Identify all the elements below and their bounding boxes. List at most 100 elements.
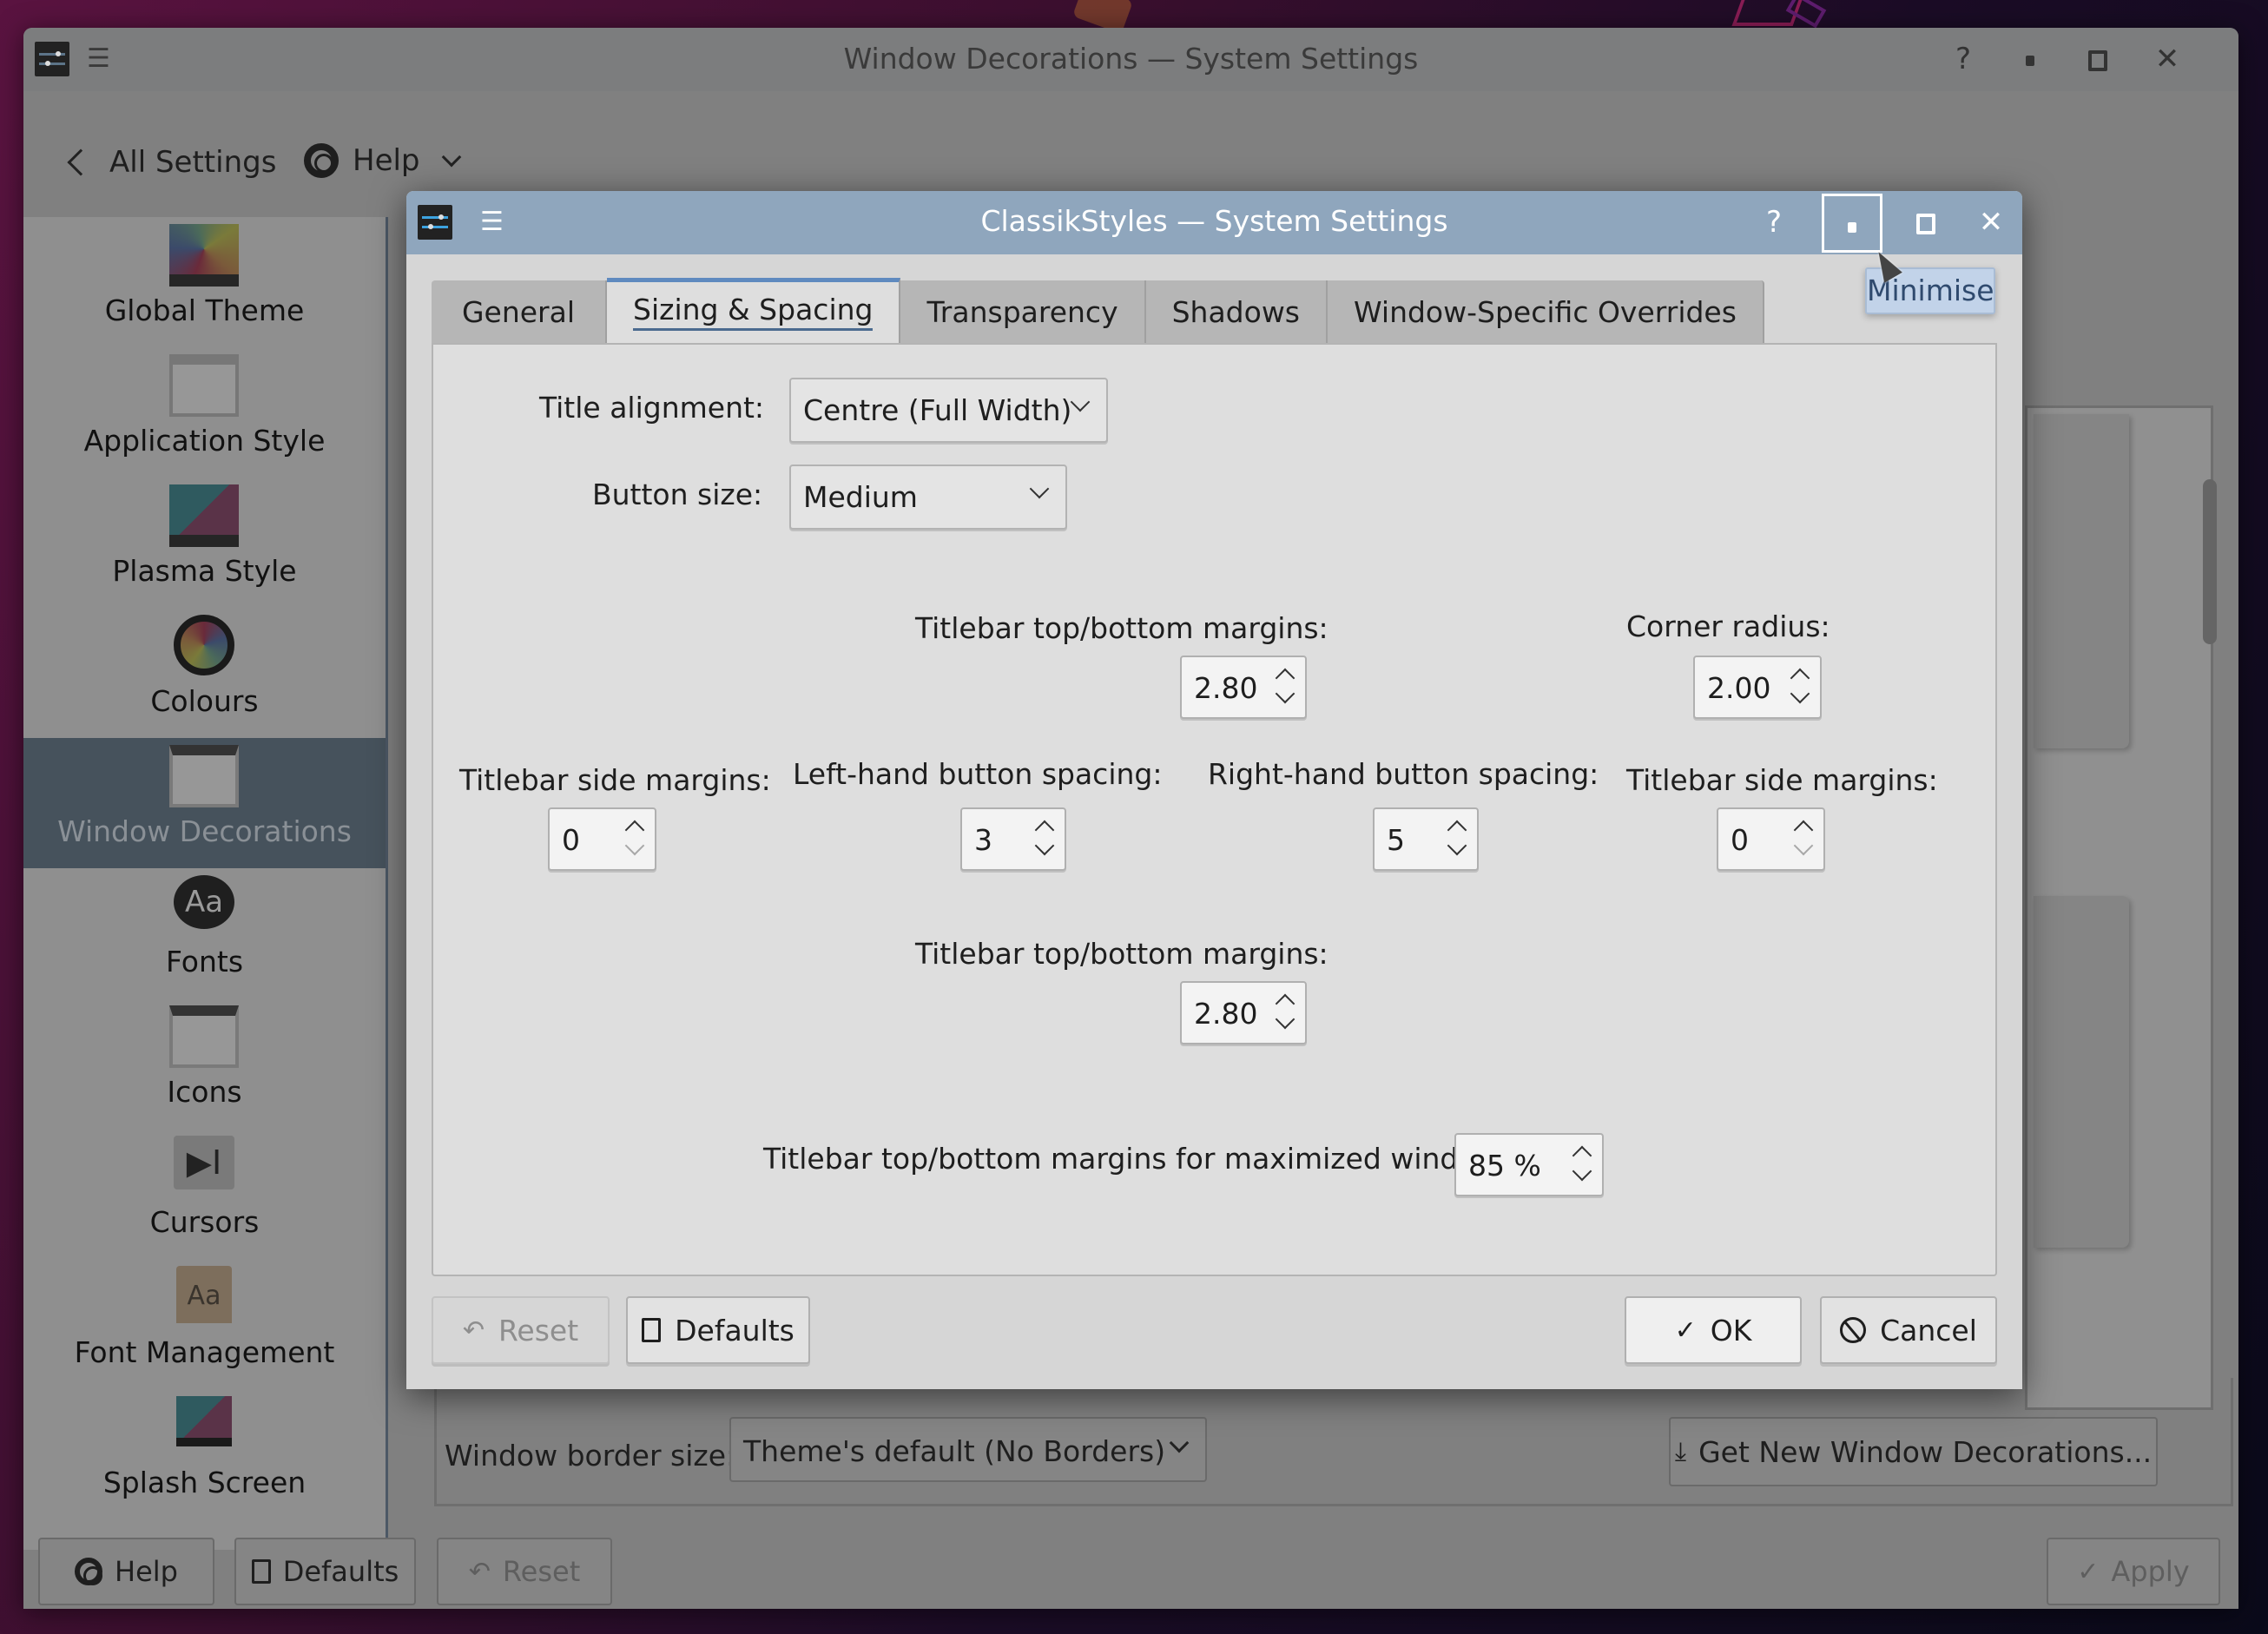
sidebar-item-plasma-style[interactable]: Plasma Style bbox=[23, 478, 386, 608]
tab-sizing-spacing[interactable]: Sizing & Spacing bbox=[607, 278, 901, 346]
minimise-button[interactable] bbox=[1822, 194, 1882, 253]
sidebar-item-global-theme[interactable]: Global Theme bbox=[23, 217, 386, 347]
chevron-down-icon bbox=[1169, 1433, 1190, 1453]
right-button-spacing-spinbox[interactable]: 5 bbox=[1373, 807, 1479, 871]
colours-icon bbox=[174, 615, 234, 675]
maximized-margins-label: Titlebar top/bottom margins for maximize… bbox=[763, 1142, 1524, 1176]
all-settings-button[interactable]: All Settings bbox=[63, 145, 276, 180]
reset-label: Reset bbox=[502, 1555, 581, 1588]
maximized-margins-spinbox[interactable]: 85 % bbox=[1454, 1133, 1604, 1196]
close-button[interactable]: ✕ bbox=[1961, 193, 2021, 254]
dialog-titlebar[interactable]: ☰ ClassikStyles — System Settings ? ✕ bbox=[406, 191, 2022, 254]
border-size-select[interactable]: Theme's default (No Borders) bbox=[729, 1417, 1207, 1482]
scrollbar[interactable] bbox=[2203, 479, 2217, 644]
reset-button[interactable]: ↶ Reset bbox=[432, 1296, 610, 1364]
left-button-spacing-spinbox[interactable]: 3 bbox=[960, 807, 1066, 871]
decrement-icon[interactable] bbox=[1790, 683, 1810, 704]
maximise-button[interactable] bbox=[2079, 40, 2117, 78]
chevron-down-icon bbox=[1029, 478, 1050, 499]
window-title: Window Decorations — System Settings bbox=[843, 42, 1419, 76]
tab-transparency[interactable]: Transparency bbox=[900, 280, 1146, 344]
help-menu-label: Help bbox=[353, 143, 420, 178]
help-button[interactable]: Help bbox=[38, 1538, 214, 1605]
maximise-button[interactable] bbox=[1895, 193, 1956, 254]
maximise-icon bbox=[2088, 49, 2107, 71]
sidebar-item-label: Cursors bbox=[149, 1205, 260, 1239]
button-size-select[interactable]: Medium bbox=[789, 465, 1067, 530]
decrement-icon[interactable] bbox=[1275, 1009, 1296, 1030]
document-revert-icon bbox=[251, 1559, 271, 1584]
sidebar-item-icons[interactable]: Icons bbox=[23, 998, 386, 1129]
spinbox-value: 5 bbox=[1387, 823, 1405, 857]
sidebar-item-fonts[interactable]: Aa Fonts bbox=[23, 868, 386, 998]
fonts-icon: Aa bbox=[174, 875, 234, 929]
border-size-label: Window border size: bbox=[445, 1439, 736, 1473]
classikstyles-dialog: ☰ ClassikStyles — System Settings ? ✕ Mi… bbox=[406, 191, 2022, 1389]
sidebar-item-label: Font Management bbox=[74, 1335, 335, 1369]
tab-shadows[interactable]: Shadows bbox=[1145, 280, 1328, 344]
spinbox-value: 85 % bbox=[1468, 1149, 1541, 1183]
tab-window-specific-overrides[interactable]: Window-Specific Overrides bbox=[1328, 280, 1764, 344]
titlebar-top-bottom-margins-spinbox[interactable]: 2.80 bbox=[1180, 656, 1307, 719]
sidebar-item-label: Plasma Style bbox=[112, 554, 297, 588]
spinbox-value: 0 bbox=[1731, 823, 1749, 857]
sidebar-item-splash-screen[interactable]: Splash Screen bbox=[23, 1389, 386, 1519]
document-revert-icon bbox=[642, 1318, 662, 1342]
reset-button[interactable]: ↶ Reset bbox=[437, 1538, 612, 1605]
help-menu-button[interactable]: Help bbox=[304, 143, 461, 178]
spinbox-value: 0 bbox=[562, 823, 580, 857]
apply-label: Apply bbox=[2111, 1555, 2190, 1588]
decrement-icon[interactable] bbox=[624, 835, 645, 856]
ok-label: OK bbox=[1710, 1313, 1752, 1347]
sidebar-item-window-decorations[interactable]: Window Decorations bbox=[23, 738, 386, 868]
title-alignment-value: Centre (Full Width) bbox=[803, 393, 1072, 427]
cancel-button[interactable]: Cancel bbox=[1820, 1296, 1997, 1364]
get-new-label: Get New Window Decorations... bbox=[1698, 1434, 2153, 1469]
tab-general[interactable]: General bbox=[432, 280, 607, 344]
corner-radius-spinbox[interactable]: 2.00 bbox=[1693, 656, 1822, 719]
sidebar-item-cursors[interactable]: ▶I Cursors bbox=[23, 1129, 386, 1259]
minimise-icon bbox=[1848, 221, 1856, 233]
defaults-label: Defaults bbox=[282, 1555, 399, 1588]
tab-label: Shadows bbox=[1171, 295, 1300, 329]
check-icon: ✓ bbox=[2077, 1556, 2100, 1587]
reset-label: Reset bbox=[498, 1313, 579, 1347]
decrement-icon[interactable] bbox=[1793, 835, 1814, 856]
maximise-icon bbox=[1916, 213, 1935, 234]
apply-button[interactable]: ✓ Apply bbox=[2047, 1538, 2220, 1605]
decrement-icon[interactable] bbox=[1275, 683, 1296, 704]
sidebar-item-label: Colours bbox=[150, 684, 259, 718]
help-button[interactable]: ? bbox=[1744, 193, 1804, 254]
minimise-button[interactable] bbox=[2011, 40, 2049, 78]
window-decorations-icon bbox=[169, 745, 239, 807]
title-alignment-label: Title alignment: bbox=[539, 391, 765, 425]
titlebar-side-margins-left-spinbox[interactable]: 0 bbox=[548, 807, 656, 871]
sidebar-item-label: Fonts bbox=[165, 945, 244, 978]
decrement-icon[interactable] bbox=[1572, 1161, 1592, 1182]
defaults-button[interactable]: Defaults bbox=[626, 1296, 810, 1364]
all-settings-label: All Settings bbox=[109, 145, 277, 180]
cursors-icon: ▶I bbox=[174, 1136, 234, 1189]
ok-button[interactable]: ✓ OK bbox=[1625, 1296, 1802, 1364]
sidebar-item-colours[interactable]: Colours bbox=[23, 608, 386, 738]
button-size-label: Button size: bbox=[592, 478, 763, 511]
download-icon: ⤓ bbox=[1674, 1436, 1687, 1467]
decoration-preview[interactable] bbox=[2034, 414, 2129, 748]
chevron-left-icon bbox=[67, 148, 95, 176]
help-button[interactable]: ? bbox=[1944, 40, 1982, 78]
sidebar-item-font-management[interactable]: Aa Font Management bbox=[23, 1259, 386, 1389]
border-size-value: Theme's default (No Borders) bbox=[743, 1434, 1166, 1468]
decrement-icon[interactable] bbox=[1034, 835, 1055, 856]
defaults-button[interactable]: Defaults bbox=[234, 1538, 416, 1605]
minimise-icon bbox=[2026, 55, 2034, 66]
decoration-preview[interactable] bbox=[2034, 896, 2129, 1248]
title-alignment-select[interactable]: Centre (Full Width) bbox=[789, 378, 1108, 443]
titlebar-side-margins-right-spinbox[interactable]: 0 bbox=[1717, 807, 1825, 871]
bottom-bar: Help Defaults ↶ Reset ✓ Apply bbox=[23, 1538, 2238, 1609]
titlebar-top-bottom-margins-spinbox[interactable]: 2.80 bbox=[1180, 981, 1307, 1044]
close-button[interactable]: ✕ bbox=[2148, 40, 2186, 78]
get-new-decorations-button[interactable]: ⤓ Get New Window Decorations... bbox=[1669, 1417, 2158, 1486]
sidebar-item-application-style[interactable]: Application Style bbox=[23, 347, 386, 478]
window-titlebar[interactable]: ☰ Window Decorations — System Settings ?… bbox=[23, 28, 2238, 91]
decrement-icon[interactable] bbox=[1447, 835, 1467, 856]
